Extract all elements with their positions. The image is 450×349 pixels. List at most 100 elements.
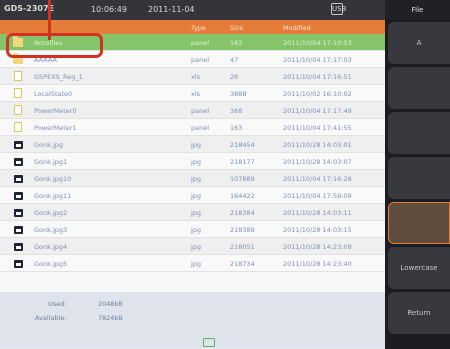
column-type[interactable]: Type [191, 24, 206, 32]
file-type: jpg [191, 141, 202, 149]
file-row[interactable]: GSPEXS_Reg_1 xls 26 2011/10/04 17:16:51 [0, 68, 385, 85]
soft-menu: File A Lowercase Return [385, 0, 450, 349]
file-row[interactable]: PowerMeter0 panel 368 2011/10/04 17:17:49 [0, 102, 385, 119]
file-row[interactable]: Gonk.jpg1 jpg 218177 2011/10/28 14:03:07 [0, 153, 385, 170]
file-row[interactable]: Gonk.jpg2 jpg 218384 2011/10/28 14:03:11 [0, 204, 385, 221]
file-modified: 2011/10/02 16:10:02 [283, 90, 352, 98]
file-type: xls [191, 90, 201, 98]
file-modified: 2011/10/04 17:59:09 [283, 192, 352, 200]
lowercase-button[interactable]: Lowercase [388, 247, 450, 289]
image-file-icon [14, 141, 23, 149]
file-name: Gonk.jpg11 [34, 192, 72, 200]
file-size: 164422 [230, 192, 255, 200]
file-icon [14, 122, 22, 132]
file-name: Gonk.jpg [34, 141, 64, 149]
file-modified: 2011/10/04 17:16:28 [283, 175, 352, 183]
file-icon [14, 88, 22, 98]
file-modified: 2011/10/28 14:03:01 [283, 141, 352, 149]
menu-button-3[interactable] [388, 112, 450, 154]
return-button[interactable]: Return [388, 292, 450, 334]
clock-time: 10:06:49 [91, 5, 127, 14]
image-file-icon [14, 243, 23, 251]
file-name: PowerMeter1 [34, 124, 77, 132]
menu-button-2[interactable] [388, 67, 450, 109]
image-file-icon [14, 158, 23, 166]
file-name: Gonk.jpg1 [34, 158, 68, 166]
file-modified: 2011/10/28 14:23:40 [283, 260, 352, 268]
file-size: 218177 [230, 158, 255, 166]
file-type: jpg [191, 158, 202, 166]
file-row[interactable]: PowerMeter1 panel 163 2011/10/04 17:41:55 [0, 119, 385, 136]
file-size: 3888 [230, 90, 247, 98]
column-modified[interactable]: Modified [283, 24, 311, 32]
used-value: 2048kB [98, 300, 123, 308]
file-row[interactable]: Gonk.jpg jpg 218454 2011/10/28 14:03:01 [0, 136, 385, 153]
image-file-icon [14, 192, 23, 200]
column-size[interactable]: Size [230, 24, 243, 32]
file-row[interactable]: Gonk.jpg5 jpg 218734 2011/10/28 14:23:40 [0, 255, 385, 272]
file-type: jpg [191, 243, 202, 251]
file-name: Gonk.jpg3 [34, 226, 68, 234]
file-type: jpg [191, 175, 202, 183]
file-name: Gonk.jpg4 [34, 243, 68, 251]
file-size: 163 [230, 124, 243, 132]
file-row[interactable]: LocalState0 xls 3888 2011/10/02 16:10:02 [0, 85, 385, 102]
file-row[interactable]: Gonk.jpg11 jpg 164422 2011/10/04 17:59:09 [0, 187, 385, 204]
usb-icon: USB [331, 3, 347, 15]
file-type: panel [191, 107, 210, 115]
file-modified: 2011/10/04 17:17:49 [283, 107, 352, 115]
annotation-box [6, 33, 103, 58]
image-file-icon [14, 226, 23, 234]
image-file-icon [14, 260, 23, 268]
file-type: panel [191, 124, 210, 132]
file-icon [14, 105, 22, 115]
file-type: jpg [191, 192, 202, 200]
file-modified: 2011/10/28 14:03:07 [283, 158, 352, 166]
file-size: 368 [230, 107, 243, 115]
file-row[interactable]: Gonk.jpg10 jpg 107889 2011/10/04 17:16:28 [0, 170, 385, 187]
menu-button-4[interactable] [388, 157, 450, 199]
menu-button-5[interactable] [388, 202, 450, 244]
file-name: Gonk.jpg10 [34, 175, 72, 183]
file-type: xls [191, 73, 201, 81]
file-name: PowerMeter0 [34, 107, 77, 115]
menu-title: File [385, 0, 450, 20]
file-type: jpg [191, 209, 202, 217]
file-size: 47 [230, 56, 239, 64]
file-modified: 2011/10/28 14:03:15 [283, 226, 352, 234]
model-label: GDS-2307E [4, 4, 55, 13]
file-row[interactable]: Gonk.jpg4 jpg 218051 2011/10/28 14:23:09 [0, 238, 385, 255]
available-value: 7824kB [98, 314, 123, 322]
file-size: 107889 [230, 175, 255, 183]
image-file-icon [14, 209, 23, 217]
file-size: 218734 [230, 260, 255, 268]
title-bar: GDS-2307E 10:06:49 2011-11-04 USB [0, 0, 385, 20]
file-table-header: Type Size Modified [0, 20, 385, 34]
storage-info: Used: 2048kB Available: 7824kB [0, 292, 385, 348]
file-row[interactable]: Gonk.jpg3 jpg 218388 2011/10/28 14:03:15 [0, 221, 385, 238]
file-type: panel [191, 56, 210, 64]
file-type: jpg [191, 226, 202, 234]
file-size: 26 [230, 73, 239, 81]
file-size: 218454 [230, 141, 255, 149]
status-indicator-icon [203, 338, 215, 347]
file-icon [14, 71, 22, 81]
file-modified: 2011/10/28 14:03:11 [283, 209, 352, 217]
file-name: LocalState0 [34, 90, 73, 98]
file-name: GSPEXS_Reg_1 [34, 73, 83, 81]
file-modified: 2011/10/04 17:17:03 [283, 56, 352, 64]
file-size: 218051 [230, 243, 255, 251]
file-size: 218384 [230, 209, 255, 217]
file-type: panel [191, 39, 210, 47]
file-name: Gonk.jpg2 [34, 209, 68, 217]
file-modified: 2011/10/28 14:23:09 [283, 243, 352, 251]
file-browser: Type Size Modified Notefiles panel 163 2011… [0, 20, 385, 348]
clock-date: 2011-11-04 [148, 5, 195, 14]
available-label: Available: [35, 314, 67, 322]
file-size: 218388 [230, 226, 255, 234]
image-file-icon [14, 175, 23, 183]
file-modified: 2011/10/04 17:10:53 [283, 39, 352, 47]
menu-button-1[interactable]: A [388, 22, 450, 64]
used-label: Used: [48, 300, 67, 308]
file-modified: 2011/10/04 17:16:51 [283, 73, 352, 81]
